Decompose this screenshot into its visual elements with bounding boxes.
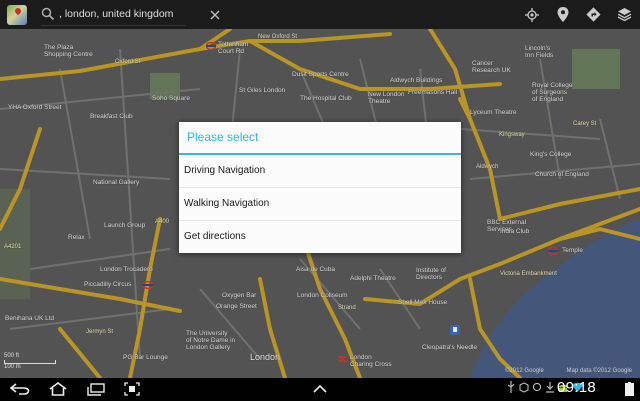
system-bar: 09:18 [0, 378, 640, 400]
usb-icon [507, 381, 515, 393]
navigation-select-dialog: Please select Driving Navigation Walking… [179, 122, 461, 253]
back-icon [10, 383, 30, 395]
driving-navigation-option[interactable]: Driving Navigation [179, 155, 461, 188]
screenshot-button[interactable] [120, 380, 144, 398]
walking-navigation-option[interactable]: Walking Navigation [179, 188, 461, 221]
status-clock[interactable]: 09:18 [557, 379, 596, 396]
battery-icon [625, 382, 634, 401]
home-icon [49, 382, 67, 396]
dialog-title: Please select [179, 122, 461, 155]
recent-apps-icon [87, 382, 105, 396]
get-directions-option[interactable]: Get directions [179, 221, 461, 253]
recent-apps-button[interactable] [84, 380, 108, 398]
download-icon [546, 381, 554, 393]
back-button[interactable] [8, 380, 32, 398]
screenshot-icon [124, 382, 140, 396]
cube-icon [519, 381, 529, 393]
sync-icon [532, 382, 542, 392]
apps-tray-button[interactable] [308, 380, 332, 398]
chevron-up-icon [313, 384, 327, 393]
home-button[interactable] [46, 380, 70, 398]
